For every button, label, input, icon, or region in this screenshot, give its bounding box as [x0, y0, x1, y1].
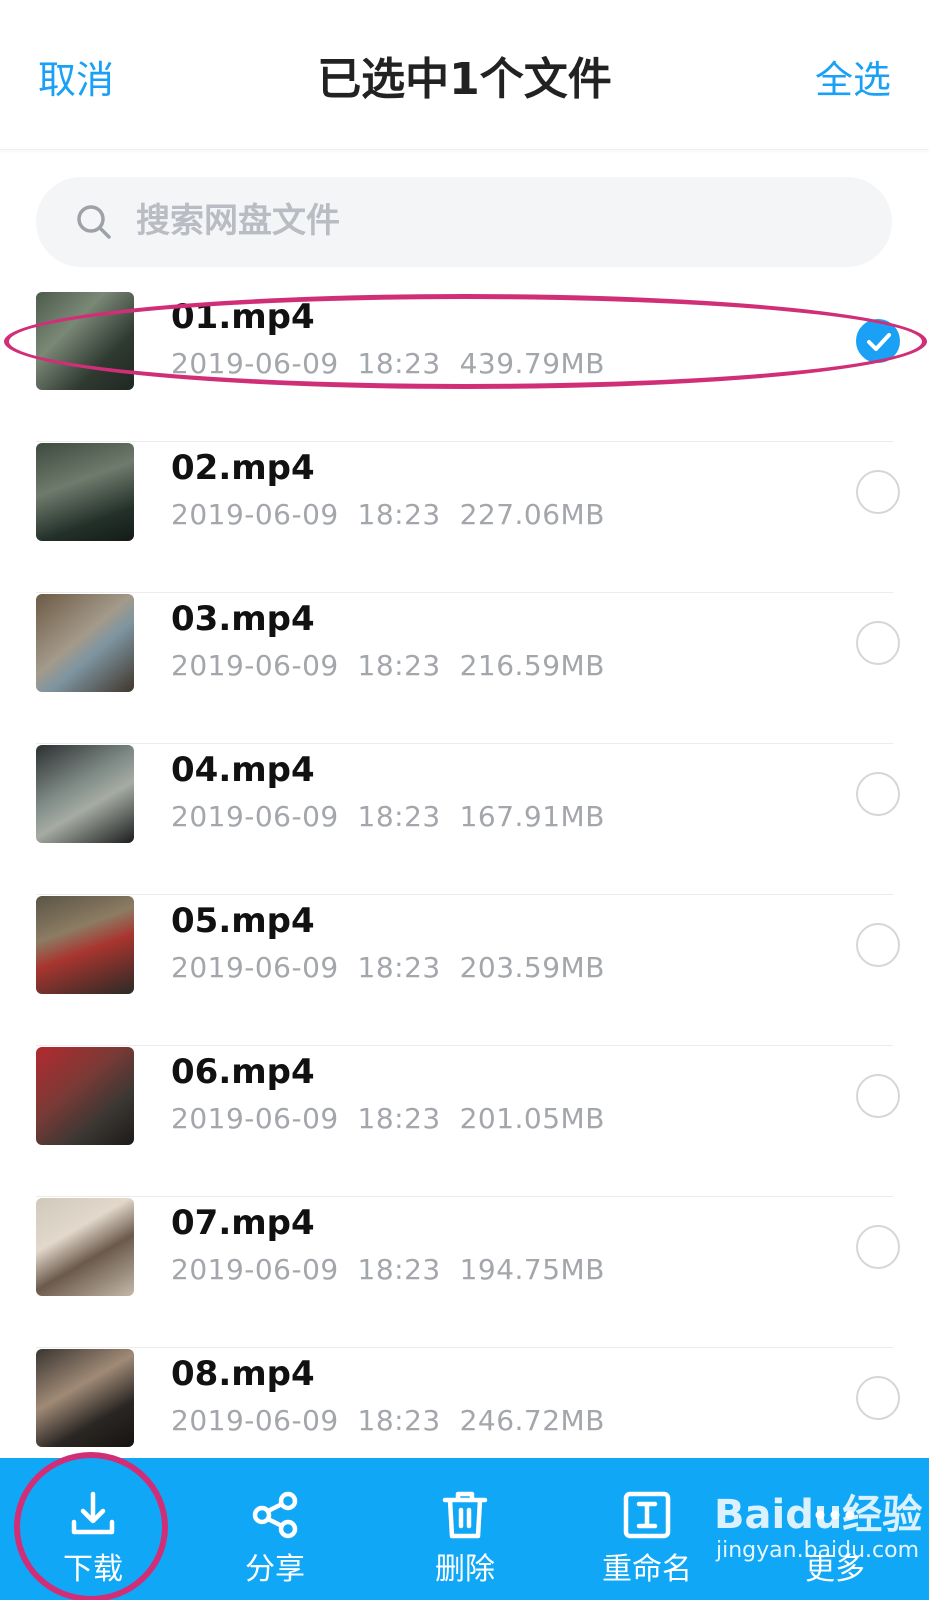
file-meta: 2019-06-09 18:23 203.59MB	[171, 951, 605, 984]
trash-icon	[442, 1491, 488, 1539]
rename-label: 重命名	[602, 1552, 692, 1587]
video-thumbnail	[36, 443, 134, 541]
search-input[interactable]: 搜索网盘文件	[36, 177, 892, 267]
file-name: 06.mp4	[171, 1052, 315, 1092]
file-name: 04.mp4	[171, 750, 315, 790]
video-thumbnail	[36, 1047, 134, 1145]
file-meta: 2019-06-09 18:23 216.59MB	[171, 649, 605, 682]
file-name: 03.mp4	[171, 599, 315, 639]
download-label: 下载	[63, 1552, 123, 1587]
list-item[interactable]: 03.mp4 2019-06-09 18:23 216.59MB	[0, 590, 929, 744]
select-checkbox-checked[interactable]	[856, 319, 900, 363]
download-icon	[71, 1491, 115, 1535]
select-checkbox[interactable]	[856, 1074, 900, 1118]
search-placeholder: 搜索网盘文件	[136, 201, 340, 241]
file-name: 05.mp4	[171, 901, 315, 941]
list-item[interactable]: 05.mp4 2019-06-09 18:23 203.59MB	[0, 892, 929, 1046]
more-label: 更多	[805, 1552, 865, 1587]
file-name: 07.mp4	[171, 1203, 315, 1243]
video-thumbnail	[36, 292, 134, 390]
video-thumbnail	[36, 745, 134, 843]
rename-button[interactable]: 重命名	[572, 1458, 722, 1600]
share-label: 分享	[245, 1552, 305, 1587]
select-checkbox[interactable]	[856, 621, 900, 665]
video-thumbnail	[36, 1349, 134, 1447]
more-button[interactable]: 更多	[760, 1458, 910, 1600]
list-item[interactable]: 01.mp4 2019-06-09 18:23 439.79MB	[0, 290, 929, 442]
bottom-action-bar: 下载 分享 删除 重命名 更多	[0, 1458, 929, 1600]
file-meta: 2019-06-09 18:23 167.91MB	[171, 800, 605, 833]
download-button[interactable]: 下载	[18, 1458, 168, 1600]
list-item[interactable]: 06.mp4 2019-06-09 18:23 201.05MB	[0, 1043, 929, 1197]
file-meta: 2019-06-09 18:23 194.75MB	[171, 1253, 605, 1286]
page-title: 已选中1个文件	[317, 54, 612, 105]
select-checkbox[interactable]	[856, 1376, 900, 1420]
file-meta: 2019-06-09 18:23 246.72MB	[171, 1404, 605, 1437]
checkmark-icon	[867, 333, 891, 351]
video-thumbnail	[36, 896, 134, 994]
file-name: 01.mp4	[171, 297, 315, 337]
share-button[interactable]: 分享	[200, 1458, 350, 1600]
select-all-button[interactable]: 全选	[815, 56, 891, 104]
file-name: 02.mp4	[171, 448, 315, 488]
list-item[interactable]: 02.mp4 2019-06-09 18:23 227.06MB	[0, 439, 929, 593]
more-icon	[815, 1510, 855, 1520]
list-item[interactable]: 07.mp4 2019-06-09 18:23 194.75MB	[0, 1194, 929, 1348]
file-meta: 2019-06-09 18:23 439.79MB	[171, 347, 605, 380]
file-list: 01.mp4 2019-06-09 18:23 439.79MB 02.mp4 …	[0, 290, 929, 1456]
file-name: 08.mp4	[171, 1354, 315, 1394]
list-item[interactable]: 08.mp4 2019-06-09 18:23 246.72MB	[0, 1345, 929, 1456]
top-bar: 取消 已选中1个文件 全选	[0, 0, 929, 150]
search-icon	[77, 205, 111, 239]
rename-icon	[623, 1491, 671, 1539]
file-meta: 2019-06-09 18:23 227.06MB	[171, 498, 605, 531]
select-checkbox[interactable]	[856, 470, 900, 514]
select-checkbox[interactable]	[856, 923, 900, 967]
video-thumbnail	[36, 594, 134, 692]
delete-label: 删除	[435, 1552, 495, 1587]
file-meta: 2019-06-09 18:23 201.05MB	[171, 1102, 605, 1135]
delete-button[interactable]: 删除	[390, 1458, 540, 1600]
list-item[interactable]: 04.mp4 2019-06-09 18:23 167.91MB	[0, 741, 929, 895]
select-checkbox[interactable]	[856, 772, 900, 816]
video-thumbnail	[36, 1198, 134, 1296]
share-icon	[252, 1491, 298, 1539]
select-checkbox[interactable]	[856, 1225, 900, 1269]
